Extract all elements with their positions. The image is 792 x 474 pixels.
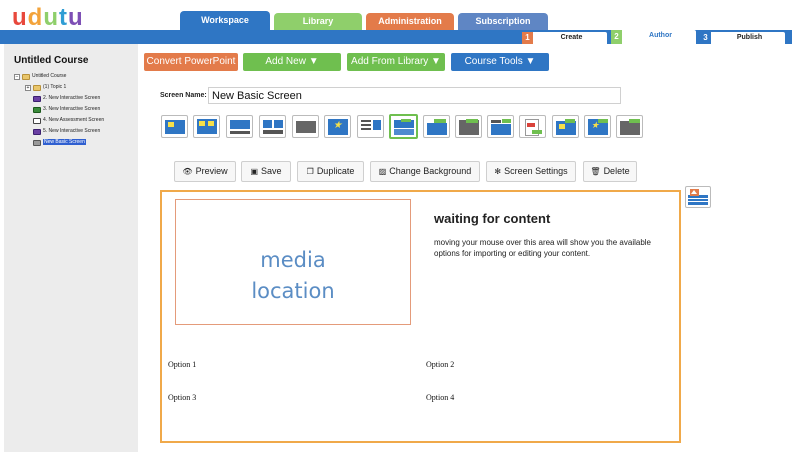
- convert-powerpoint-button[interactable]: Convert PowerPoint: [144, 53, 238, 71]
- layout-switch-icon[interactable]: [685, 186, 711, 208]
- delete-label: Delete: [603, 166, 630, 176]
- tree-item-label: New Basic Screen: [43, 139, 86, 145]
- template-icon[interactable]: [259, 115, 286, 138]
- change-background-label: Change Background: [389, 166, 472, 176]
- tree-item-screen-selected[interactable]: New Basic Screen: [14, 138, 104, 149]
- media-label-line2: location: [251, 279, 335, 303]
- template-icon[interactable]: [357, 115, 384, 138]
- tab-library[interactable]: Library: [274, 13, 362, 30]
- tree-item-screen[interactable]: 2. New Interactive Screen: [14, 94, 104, 105]
- subtab-author[interactable]: 2 Author: [611, 30, 696, 44]
- screen-settings-label: Screen Settings: [504, 166, 568, 176]
- screen-name-input[interactable]: [208, 87, 621, 104]
- template-icon[interactable]: ★: [584, 115, 611, 138]
- template-icon-selected[interactable]: [389, 114, 418, 139]
- template-icon[interactable]: [226, 115, 253, 138]
- subtab-label: Publish: [736, 34, 763, 41]
- tree-item-course[interactable]: − Untitled Course: [14, 72, 104, 83]
- subtab-publish[interactable]: 3 Publish: [700, 32, 785, 44]
- media-location[interactable]: media location: [175, 199, 411, 325]
- copy-icon: ❐: [306, 167, 314, 176]
- tree-item-label: (1) Topic 1: [43, 84, 67, 90]
- interactive-screen-icon: [33, 128, 41, 135]
- template-icon[interactable]: [487, 115, 514, 138]
- step-number: 3: [700, 32, 711, 44]
- media-label-line1: media: [260, 248, 326, 272]
- tree-item-label: 2. New Interactive Screen: [43, 95, 101, 101]
- preview-label: Preview: [195, 166, 228, 176]
- udutu-logo[interactable]: udutu: [12, 4, 84, 32]
- template-icon[interactable]: [193, 115, 220, 138]
- subtab-label: Author: [649, 32, 672, 39]
- trash-icon: 🗑: [590, 167, 601, 176]
- eye-icon: 👁: [182, 167, 193, 176]
- screen-settings-button[interactable]: ✻ Screen Settings: [486, 161, 576, 182]
- duplicate-label: Duplicate: [316, 166, 355, 176]
- course-sidebar: Untitled Course − Untitled Course + (1) To…: [4, 44, 138, 452]
- interactive-screen-icon: [33, 95, 41, 102]
- tree-item-screen[interactable]: 4. New Assessment Screen: [14, 116, 104, 127]
- gear-icon: ✻: [494, 167, 502, 176]
- subtab-label: Create: [560, 34, 583, 41]
- option-1[interactable]: Option 1: [168, 360, 196, 369]
- image-icon: ▨: [378, 167, 387, 176]
- course-tree: − Untitled Course + (1) Topic 1 2. New Int…: [14, 72, 104, 149]
- tree-item-label: 4. New Assessment Screen: [43, 117, 105, 123]
- tab-administration[interactable]: Administration: [366, 13, 454, 30]
- subtab-create[interactable]: 1 Create: [522, 32, 607, 44]
- template-icon[interactable]: [552, 115, 579, 138]
- step-number: 2: [611, 30, 622, 44]
- save-label: Save: [261, 166, 282, 176]
- media-placeholder-text: media location: [176, 245, 410, 307]
- interactive-screen-icon: [33, 106, 41, 113]
- expand-icon[interactable]: +: [25, 84, 31, 91]
- option-2[interactable]: Option 2: [426, 360, 454, 369]
- tab-workspace[interactable]: Workspace: [180, 11, 270, 30]
- floppy-icon: ▣: [250, 167, 259, 176]
- content-title: waiting for content: [434, 211, 551, 226]
- template-icon[interactable]: [455, 115, 482, 138]
- screen-canvas[interactable]: media location waiting for content movin…: [160, 190, 681, 443]
- assessment-screen-icon: [33, 117, 41, 124]
- tree-item-topic[interactable]: + (1) Topic 1: [14, 83, 104, 94]
- template-icon[interactable]: [616, 115, 643, 138]
- option-3[interactable]: Option 3: [168, 393, 196, 402]
- screen-name-label: Screen Name:: [160, 92, 207, 99]
- template-icon[interactable]: [519, 115, 546, 138]
- step-number: 1: [522, 32, 533, 44]
- folder-icon: [22, 73, 30, 80]
- folder-icon: [33, 84, 41, 91]
- template-icon[interactable]: [161, 115, 188, 138]
- template-icon[interactable]: ★: [324, 115, 351, 138]
- tree-item-screen[interactable]: 5. New Interactive Screen: [14, 127, 104, 138]
- course-tools-button[interactable]: Course Tools ▼: [451, 53, 549, 71]
- add-from-library-button[interactable]: Add From Library ▼: [347, 53, 445, 71]
- template-icon[interactable]: [292, 115, 319, 138]
- delete-button[interactable]: 🗑 Delete: [583, 161, 637, 182]
- change-background-button[interactable]: ▨ Change Background: [370, 161, 480, 182]
- basic-screen-icon: [33, 139, 41, 146]
- collapse-icon[interactable]: −: [14, 73, 20, 80]
- duplicate-button[interactable]: ❐ Duplicate: [297, 161, 364, 182]
- content-body: moving your mouse over this area will sh…: [434, 238, 651, 258]
- save-button[interactable]: ▣ Save: [241, 161, 291, 182]
- tree-item-screen[interactable]: 3. New Interactive Screen: [14, 105, 104, 116]
- tree-item-label: 3. New Interactive Screen: [43, 106, 101, 112]
- preview-button[interactable]: 👁 Preview: [174, 161, 236, 182]
- tree-item-label: Untitled Course: [32, 73, 67, 79]
- top-bar: udutu Workspace Library Administration S…: [0, 0, 792, 44]
- add-new-button[interactable]: Add New ▼: [243, 53, 341, 71]
- tab-subscription[interactable]: Subscription: [458, 13, 548, 30]
- template-icon[interactable]: [423, 115, 450, 138]
- tree-item-label: 5. New Interactive Screen: [43, 128, 101, 134]
- course-title: Untitled Course: [14, 55, 89, 66]
- option-4[interactable]: Option 4: [426, 393, 454, 402]
